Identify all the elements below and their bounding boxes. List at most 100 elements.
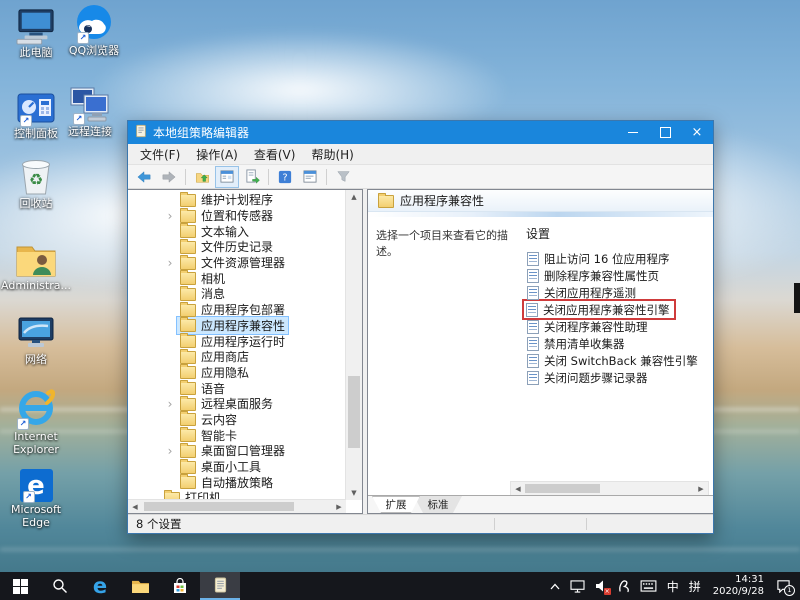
expand-chevron-icon[interactable]: ›	[164, 445, 176, 457]
tray-display-button[interactable]	[565, 572, 590, 600]
tab-extended[interactable]: 扩展	[372, 496, 420, 513]
settings-horizontal-scrollbar[interactable]: ◀ ▶	[510, 481, 709, 496]
expand-chevron-icon[interactable]: ›	[164, 398, 176, 410]
export-list-icon	[245, 169, 260, 184]
results-panel-title: 应用程序兼容性	[400, 192, 484, 209]
tree-item[interactable]: 相机	[128, 270, 346, 286]
filter-button[interactable]	[331, 166, 355, 188]
tab-standard[interactable]: 标准	[414, 496, 462, 513]
up-one-level-button[interactable]	[190, 166, 214, 188]
desktop-icon-label: 远程连接	[68, 126, 112, 139]
clock-date: 2020/9/28	[713, 586, 764, 599]
folder-icon	[180, 241, 196, 254]
window-titlebar[interactable]: 本地组策略编辑器 ×	[128, 121, 713, 144]
taskbar-store-button[interactable]	[160, 572, 200, 600]
taskbar-gpedit-button[interactable]	[200, 572, 240, 600]
policy-tree: 维护计划程序›位置和传感器文本输入文件历史记录›文件资源管理器相机消息应用程序包…	[128, 192, 346, 500]
scroll-right-arrow-icon[interactable]: ▶	[694, 482, 708, 495]
folder-icon	[180, 288, 196, 301]
forward-button[interactable]	[157, 166, 181, 188]
desktop-icon-remote-connection[interactable]: ↗ 远程连接	[60, 84, 120, 139]
show-console-tree-button[interactable]	[215, 166, 239, 188]
tree-vertical-scrollbar[interactable]: ▲ ▼	[345, 190, 362, 500]
tray-pen-button[interactable]	[613, 572, 635, 600]
tray-volume-button[interactable]: ×	[590, 572, 613, 600]
setting-item[interactable]: 关闭程序兼容性助理	[524, 318, 651, 335]
folder-icon	[180, 335, 196, 348]
desktop-icon-label: 网络	[25, 354, 47, 367]
notification-center-button[interactable]: 1	[771, 572, 796, 600]
setting-label: 关闭应用程序遥测	[544, 285, 636, 301]
pen-icon	[618, 579, 630, 593]
desktop-icon-this-pc[interactable]: 此电脑	[6, 5, 66, 60]
setting-item[interactable]: 阻止访问 16 位应用程序	[524, 250, 672, 267]
back-button[interactable]	[132, 166, 156, 188]
setting-item[interactable]: 关闭 SwitchBack 兼容性引擎	[524, 352, 701, 369]
menu-view[interactable]: 查看(V)	[246, 144, 304, 165]
settings-column: 设置 阻止访问 16 位应用程序删除程序兼容性属性页关闭应用程序遥测关闭应用程序…	[518, 223, 713, 495]
setting-item-highlighted[interactable]: 关闭应用程序兼容性引擎	[522, 299, 676, 320]
scrollbar-thumb[interactable]	[144, 502, 294, 511]
desktop-icon-control-panel[interactable]: ↗ 控制面板	[6, 86, 66, 141]
minimize-button[interactable]	[617, 121, 649, 144]
app-icon	[134, 123, 148, 142]
folder-icon	[180, 210, 196, 223]
microsoft-edge-icon: e ↗	[20, 462, 53, 502]
taskbar-edge-button[interactable]: e	[80, 572, 120, 600]
taskbar-clock[interactable]: 14:31 2020/9/28	[706, 572, 771, 600]
setting-item[interactable]: 删除程序兼容性属性页	[524, 267, 662, 284]
desktop-icon-label: 回收站	[20, 198, 53, 211]
expand-chevron-icon[interactable]: ›	[164, 210, 176, 222]
search-button[interactable]	[40, 572, 80, 600]
results-panel: 应用程序兼容性 选择一个项目来查看它的描述。 设置 阻止访问 16 位应用程序删…	[367, 189, 713, 514]
export-list-button[interactable]	[240, 166, 264, 188]
setting-item[interactable]: 禁用清单收集器	[524, 335, 628, 352]
toolbar-separator	[185, 169, 186, 185]
scroll-right-arrow-icon[interactable]: ▶	[332, 500, 346, 513]
setting-item[interactable]: 关闭问题步骤记录器	[524, 369, 651, 386]
folder-icon	[180, 257, 196, 270]
svg-text:♻: ♻	[29, 170, 43, 189]
menu-help[interactable]: 帮助(H)	[303, 144, 361, 165]
expand-chevron-icon[interactable]: ›	[164, 257, 176, 269]
tree-item-content: 自动播放策略	[176, 473, 277, 492]
new-window-button[interactable]	[298, 166, 322, 188]
tree-item[interactable]: 应用隐私	[128, 365, 346, 381]
folder-icon	[378, 195, 394, 208]
scroll-left-arrow-icon[interactable]: ◀	[511, 482, 525, 495]
policy-setting-icon	[527, 371, 539, 385]
tree-horizontal-scrollbar[interactable]: ◀ ▶	[128, 499, 346, 513]
policy-setting-icon	[527, 252, 539, 266]
tray-chevron-up-button[interactable]	[545, 572, 565, 600]
folder-icon	[180, 476, 196, 489]
desktop-icon-network[interactable]: 网络	[6, 312, 66, 367]
desktop-icon-administrator-folder[interactable]: Administra...	[6, 238, 66, 293]
folder-icon	[180, 445, 196, 458]
folder-icon	[180, 429, 196, 442]
status-bar: 8 个设置	[128, 514, 713, 533]
ime-language-indicator[interactable]: 中	[662, 572, 684, 600]
menu-action[interactable]: 操作(A)	[188, 144, 246, 165]
desktop-icon-recycle-bin[interactable]: ♻ 回收站	[6, 156, 66, 211]
help-button[interactable]: ?	[273, 166, 297, 188]
scroll-left-arrow-icon[interactable]: ◀	[128, 500, 142, 513]
scrollbar-thumb[interactable]	[348, 376, 360, 448]
folder-icon	[180, 272, 196, 285]
scrollbar-thumb[interactable]	[525, 484, 600, 493]
tree-item[interactable]: ›文件资源管理器	[128, 255, 346, 271]
tray-touch-keyboard-button[interactable]	[635, 572, 662, 600]
desktop-icon-qq-browser[interactable]: ↗ QQ浏览器	[64, 3, 124, 58]
menu-file[interactable]: 文件(F)	[132, 144, 188, 165]
setting-label: 关闭应用程序兼容性引擎	[543, 302, 670, 318]
ime-mode-indicator[interactable]: 拼	[684, 572, 706, 600]
desktop-icon-microsoft-edge[interactable]: e ↗ Microsoft Edge	[6, 462, 66, 529]
start-button[interactable]	[0, 572, 40, 600]
maximize-button[interactable]	[649, 121, 681, 144]
desktop-icon-label: Microsoft Edge	[6, 504, 66, 529]
close-button[interactable]: ×	[681, 121, 713, 144]
taskbar-file-explorer-button[interactable]	[120, 572, 160, 600]
desktop-icon-internet-explorer[interactable]: ↗ Internet Explorer	[6, 385, 66, 456]
scroll-down-arrow-icon[interactable]: ▼	[346, 486, 362, 500]
folder-icon	[180, 194, 196, 207]
scroll-up-arrow-icon[interactable]: ▲	[346, 190, 362, 204]
